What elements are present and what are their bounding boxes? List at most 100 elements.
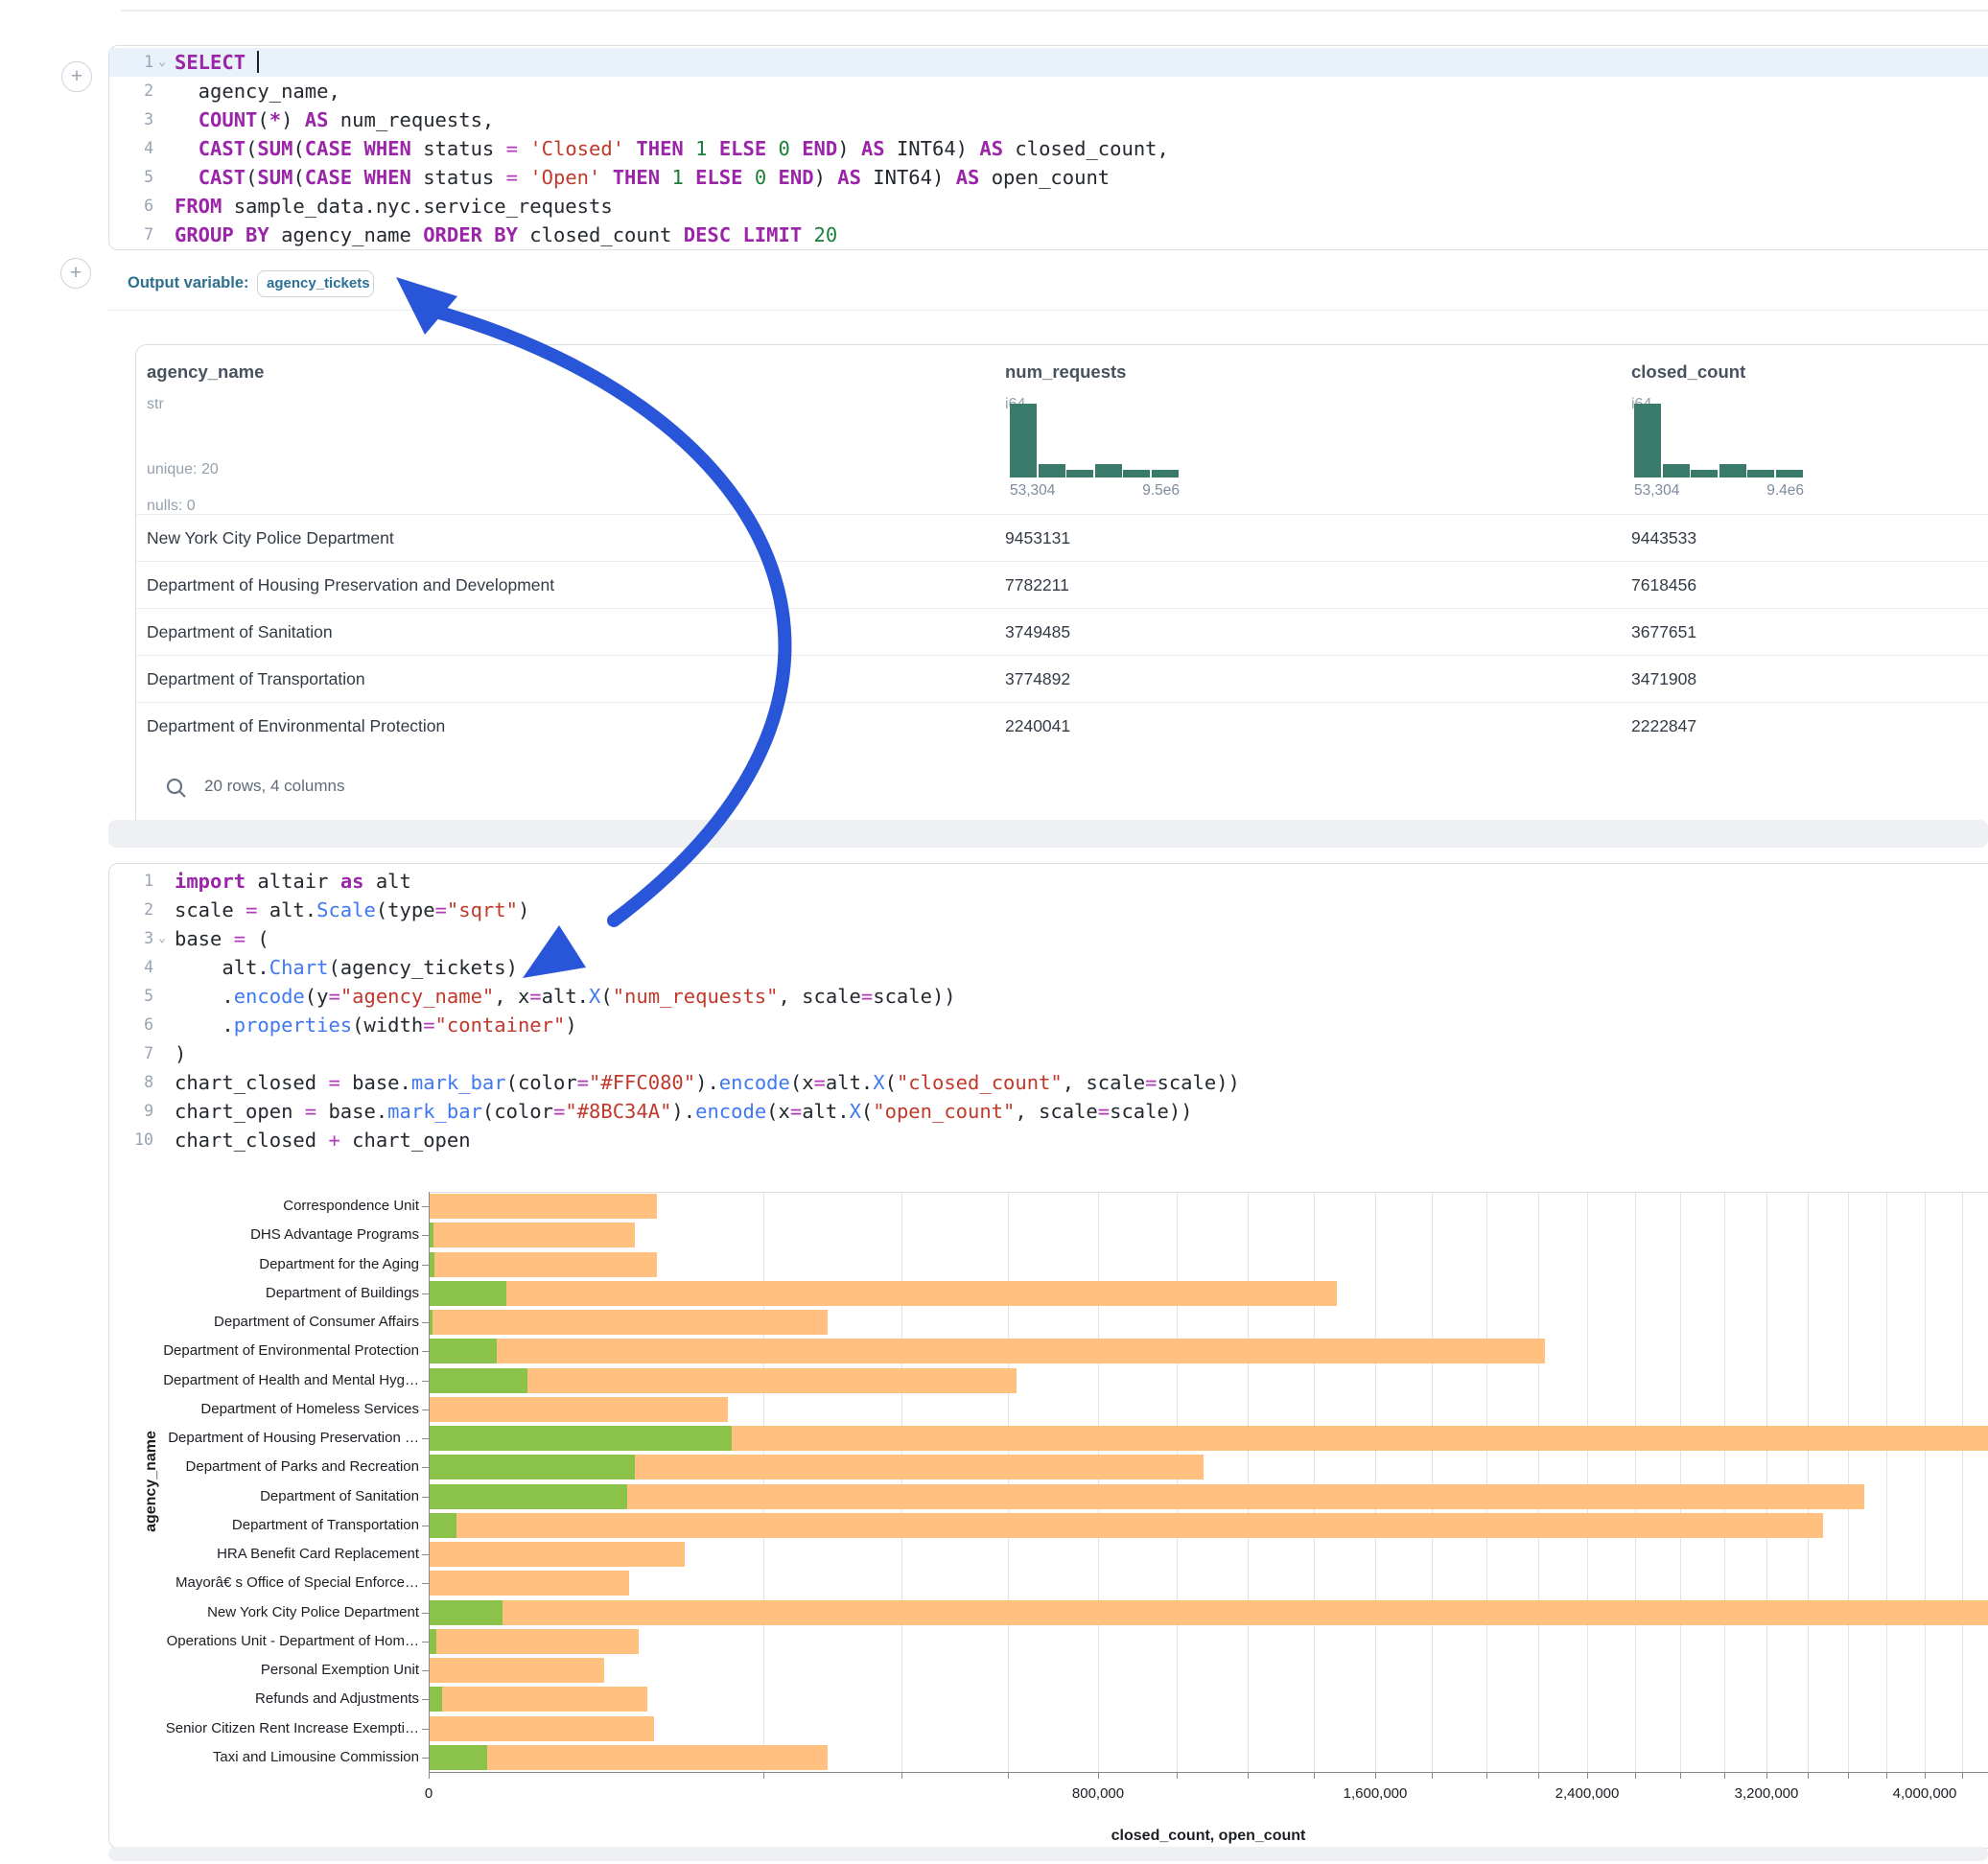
- table-row[interactable]: Department of Sanitation37494853677651: [136, 608, 1988, 656]
- line-number: 9: [109, 1097, 153, 1126]
- open_count-bar[interactable]: [430, 1426, 732, 1451]
- table-row[interactable]: Department of Transportation377489234719…: [136, 655, 1988, 703]
- line-number: 1: [109, 48, 153, 77]
- open_count-bar[interactable]: [430, 1484, 627, 1509]
- closed_count-bar[interactable]: [430, 1571, 629, 1596]
- gridline: [763, 1192, 764, 1772]
- column-histogram[interactable]: 53,3049.5e6: [1010, 404, 1180, 478]
- code-line[interactable]: 1import altair as alt: [109, 867, 1988, 896]
- y-tick: [422, 1206, 429, 1207]
- code-line[interactable]: 2 agency_name,: [109, 77, 1988, 105]
- closed_count-bar[interactable]: [430, 1310, 828, 1335]
- code-line[interactable]: 4 CAST(SUM(CASE WHEN status = 'Closed' T…: [109, 134, 1988, 163]
- column-histogram[interactable]: 53,3049.4e6: [1634, 404, 1804, 478]
- line-number: 3: [109, 924, 153, 953]
- sql-cell[interactable]: 1⌄SELECT 2 agency_name,3 COUNT(*) AS num…: [108, 45, 1988, 250]
- collapse-chevron-icon[interactable]: ⌄: [153, 924, 171, 953]
- histogram-bar: [1010, 404, 1037, 478]
- code-line[interactable]: 4 alt.Chart(agency_tickets): [109, 953, 1988, 982]
- line-number: 5: [109, 982, 153, 1011]
- y-axis-label: Mayorâ€ s Office of Special Enforce…: [103, 1574, 419, 1591]
- code-line[interactable]: 8chart_closed = base.mark_bar(color="#FF…: [109, 1068, 1988, 1097]
- histogram-min-label: 53,304: [1010, 482, 1055, 500]
- code-line[interactable]: 3 COUNT(*) AS num_requests,: [109, 105, 1988, 134]
- collapse-chevron-icon[interactable]: ⌄: [153, 48, 171, 77]
- code-line[interactable]: 2scale = alt.Scale(type="sqrt"): [109, 896, 1988, 924]
- open_count-bar[interactable]: [430, 1600, 503, 1625]
- code-line[interactable]: 5 CAST(SUM(CASE WHEN status = 'Open' THE…: [109, 163, 1988, 192]
- y-tick: [422, 1293, 429, 1294]
- code-line[interactable]: 3⌄base = (: [109, 924, 1988, 953]
- table-row[interactable]: Department of Environmental Protection22…: [136, 702, 1988, 750]
- closed_count-bar[interactable]: [430, 1223, 635, 1247]
- column-title[interactable]: closed_count: [1631, 361, 1745, 383]
- gridline: [1486, 1192, 1487, 1772]
- x-tick: [1766, 1773, 1767, 1779]
- code-line[interactable]: 7GROUP BY agency_name ORDER BY closed_co…: [109, 221, 1988, 249]
- closed_count-bar[interactable]: [430, 1745, 828, 1770]
- open_count-bar[interactable]: [430, 1687, 442, 1712]
- closed_count-bar[interactable]: [430, 1339, 1545, 1363]
- open_count-bar[interactable]: [430, 1368, 527, 1393]
- x-axis-label: 800,000: [1072, 1785, 1124, 1802]
- column-title[interactable]: num_requests: [1005, 361, 1126, 383]
- histogram-bar: [1095, 464, 1122, 478]
- closed_count-bar[interactable]: [430, 1397, 728, 1422]
- y-tick: [422, 1729, 429, 1730]
- column-title[interactable]: agency_name: [147, 361, 264, 383]
- closed_count-bar[interactable]: [430, 1252, 657, 1277]
- x-axis-label: 1,600,000: [1344, 1785, 1408, 1802]
- line-number: 7: [109, 221, 153, 249]
- output-variable-pill[interactable]: agency_tickets: [257, 270, 374, 297]
- open_count-bar[interactable]: [430, 1513, 456, 1538]
- open_count-bar[interactable]: [430, 1455, 635, 1480]
- output-variable-label: Output variable:: [128, 274, 249, 292]
- closed_count-bar[interactable]: [430, 1542, 685, 1567]
- line-number: 3: [109, 105, 153, 134]
- y-tick: [422, 1554, 429, 1555]
- y-axis-line: [429, 1192, 430, 1772]
- open_count-bar[interactable]: [430, 1252, 434, 1277]
- open_count-bar[interactable]: [430, 1339, 497, 1363]
- code-line[interactable]: 6FROM sample_data.nyc.service_requests: [109, 192, 1988, 221]
- python-code-editor[interactable]: 1import altair as alt2scale = alt.Scale(…: [109, 864, 1988, 1154]
- column-type: str: [147, 396, 164, 413]
- open_count-bar[interactable]: [430, 1223, 433, 1247]
- open_count-bar[interactable]: [430, 1629, 436, 1654]
- y-tick: [422, 1467, 429, 1468]
- table-header: agency_namestrunique: 20nulls: 0num_requ…: [136, 345, 1988, 514]
- open_count-bar[interactable]: [430, 1281, 506, 1306]
- closed_count-bar[interactable]: [430, 1629, 639, 1654]
- result-table[interactable]: agency_namestrunique: 20nulls: 0num_requ…: [135, 344, 1988, 838]
- table-row[interactable]: New York City Police Department945313194…: [136, 514, 1988, 562]
- table-cell: 2222847: [1631, 703, 1696, 750]
- closed_count-bar[interactable]: [430, 1281, 1337, 1306]
- code-line[interactable]: 7): [109, 1039, 1988, 1068]
- table-row[interactable]: Department of Housing Preservation and D…: [136, 561, 1988, 609]
- x-axis-label: 4,000,000: [1893, 1785, 1957, 1802]
- code-line[interactable]: 9chart_open = base.mark_bar(color="#8BC3…: [109, 1097, 1988, 1126]
- search-icon[interactable]: [165, 777, 188, 800]
- y-tick: [422, 1438, 429, 1439]
- code-line[interactable]: 6 .properties(width="container"): [109, 1011, 1988, 1039]
- gridline: [1314, 1192, 1315, 1772]
- sql-code-editor[interactable]: 1⌄SELECT 2 agency_name,3 COUNT(*) AS num…: [109, 46, 1988, 249]
- gridline: [1925, 1192, 1926, 1772]
- closed_count-bar[interactable]: [430, 1600, 1988, 1625]
- open_count-bar[interactable]: [430, 1310, 433, 1335]
- add-cell-button[interactable]: +: [61, 61, 92, 92]
- open_count-bar[interactable]: [430, 1745, 487, 1770]
- code-line[interactable]: 1⌄SELECT: [109, 48, 1988, 77]
- y-axis-label: Department of Health and Mental Hyg…: [103, 1372, 419, 1388]
- closed_count-bar[interactable]: [430, 1194, 657, 1219]
- closed_count-bar[interactable]: [430, 1484, 1864, 1509]
- line-number: 6: [109, 1011, 153, 1039]
- add-cell-button[interactable]: +: [60, 258, 91, 289]
- line-number: 5: [109, 163, 153, 192]
- closed_count-bar[interactable]: [430, 1687, 647, 1712]
- code-line[interactable]: 5 .encode(y="agency_name", x=alt.X("num_…: [109, 982, 1988, 1011]
- closed_count-bar[interactable]: [430, 1513, 1823, 1538]
- closed_count-bar[interactable]: [430, 1716, 654, 1741]
- y-tick: [422, 1670, 429, 1671]
- closed_count-bar[interactable]: [430, 1658, 604, 1683]
